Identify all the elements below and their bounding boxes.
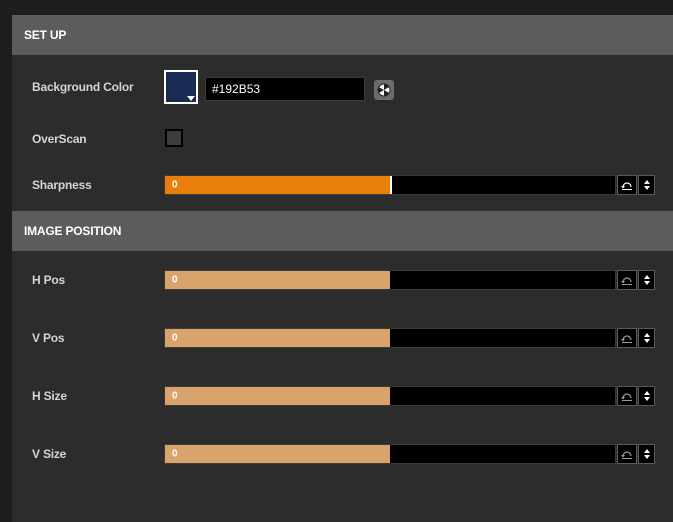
reset-icon — [621, 393, 632, 401]
spin-up-arrow-icon[interactable] — [643, 391, 650, 395]
background-color-swatch[interactable] — [164, 70, 198, 104]
overscan-label: OverScan — [32, 132, 87, 146]
sharpness-reset-button[interactable] — [617, 175, 637, 195]
background-color-hex-input[interactable] — [205, 77, 365, 101]
v-size-spinner[interactable] — [638, 444, 655, 464]
section-header-image-position: IMAGE POSITION — [12, 211, 673, 251]
spin-up-arrow-icon[interactable] — [643, 180, 650, 184]
overscan-checkbox[interactable] — [165, 129, 183, 147]
spin-down-arrow-icon[interactable] — [643, 281, 650, 285]
sharpness-label: Sharpness — [32, 178, 92, 192]
h-pos-value: 0 — [172, 274, 178, 286]
sharpness-slider-fill — [165, 176, 392, 194]
section-header-setup: SET UP — [12, 15, 673, 55]
spin-down-arrow-icon[interactable] — [643, 455, 650, 459]
h-pos-slider[interactable]: 0 — [164, 270, 616, 290]
row-v-pos: V Pos 0 — [12, 309, 673, 367]
v-pos-slider[interactable]: 0 — [164, 328, 616, 348]
h-pos-reset-button[interactable] — [617, 270, 637, 290]
swatch-dropdown-arrow-icon — [187, 96, 195, 101]
v-size-value: 0 — [172, 448, 178, 460]
spin-down-arrow-icon[interactable] — [643, 339, 650, 343]
row-overscan: OverScan — [12, 119, 673, 159]
h-size-value: 0 — [172, 390, 178, 402]
sharpness-slider[interactable]: 0 — [164, 175, 616, 195]
row-h-pos: H Pos 0 — [12, 251, 673, 309]
row-h-size: H Size 0 — [12, 367, 673, 425]
v-size-controls — [617, 444, 655, 464]
v-pos-value: 0 — [172, 332, 178, 344]
h-pos-spinner[interactable] — [638, 270, 655, 290]
v-pos-reset-button[interactable] — [617, 328, 637, 348]
v-size-reset-button[interactable] — [617, 444, 637, 464]
spin-up-arrow-icon[interactable] — [643, 333, 650, 337]
spin-up-arrow-icon[interactable] — [643, 449, 650, 453]
spin-down-arrow-icon[interactable] — [643, 397, 650, 401]
h-size-reset-button[interactable] — [617, 386, 637, 406]
spin-down-arrow-icon[interactable] — [643, 186, 650, 190]
v-size-slider-fill — [165, 445, 390, 463]
image-position-rows: H Pos 0 V Pos 0 H Size 0 V Size 0 — [12, 251, 673, 483]
v-pos-spinner[interactable] — [638, 328, 655, 348]
sharpness-value: 0 — [172, 179, 178, 191]
reset-icon — [621, 182, 632, 190]
h-size-spinner[interactable] — [638, 386, 655, 406]
background-color-label: Background Color — [32, 80, 134, 94]
h-pos-controls — [617, 270, 655, 290]
reset-icon — [621, 335, 632, 343]
color-wheel-icon — [377, 83, 391, 97]
reset-icon — [621, 451, 632, 459]
h-pos-label: H Pos — [32, 273, 66, 287]
v-pos-controls — [617, 328, 655, 348]
h-size-controls — [617, 386, 655, 406]
h-size-slider[interactable]: 0 — [164, 386, 616, 406]
row-v-size: V Size 0 — [12, 425, 673, 483]
h-size-slider-fill — [165, 387, 390, 405]
sharpness-controls — [617, 175, 655, 195]
h-size-label: H Size — [32, 389, 67, 403]
color-picker-button[interactable] — [374, 80, 394, 100]
spin-up-arrow-icon[interactable] — [643, 275, 650, 279]
h-pos-slider-fill — [165, 271, 390, 289]
v-pos-label: V Pos — [32, 331, 65, 345]
row-sharpness: Sharpness 0 — [12, 159, 673, 211]
v-size-slider[interactable]: 0 — [164, 444, 616, 464]
reset-icon — [621, 277, 632, 285]
v-size-label: V Size — [32, 447, 67, 461]
sharpness-spinner[interactable] — [638, 175, 655, 195]
v-pos-slider-fill — [165, 329, 390, 347]
settings-panel: SET UP Background Color OverScan Sharpne… — [12, 15, 673, 522]
row-background-color: Background Color — [12, 55, 673, 119]
